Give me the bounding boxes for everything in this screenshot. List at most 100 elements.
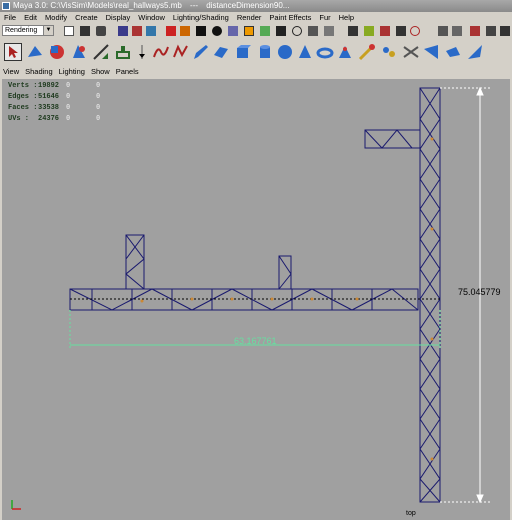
new-scene-icon[interactable] xyxy=(64,26,74,36)
menu-fur[interactable]: Fur xyxy=(315,12,334,23)
wireframe-model xyxy=(69,87,441,503)
scale-tool-icon[interactable] xyxy=(92,43,110,61)
shape-icon xyxy=(173,44,188,58)
mask-handles-icon[interactable] xyxy=(166,26,176,36)
render-globals-icon[interactable] xyxy=(410,26,420,36)
snap-point-icon[interactable] xyxy=(308,26,318,36)
channel-box-icon[interactable] xyxy=(500,26,510,36)
marker xyxy=(430,137,434,141)
menu-render[interactable]: Render xyxy=(233,12,266,23)
panel-menu-show[interactable]: Show xyxy=(88,66,113,78)
spot-light-icon[interactable] xyxy=(422,43,440,61)
snap-view-plane-icon[interactable] xyxy=(324,26,334,36)
hud-zero: 0 xyxy=(96,93,101,101)
mask-rendering-icon[interactable] xyxy=(260,26,270,36)
cluster-icon[interactable] xyxy=(380,43,398,61)
rotate-tool-icon[interactable] xyxy=(70,43,88,61)
select-tool-icon[interactable] xyxy=(4,43,22,61)
snap-curve-icon[interactable] xyxy=(292,26,302,36)
hud-zero: 0 xyxy=(66,82,71,90)
select-object-icon[interactable] xyxy=(132,26,142,36)
hud-row-verts: Verts :19892 0 0 xyxy=(8,82,126,93)
shape-icon xyxy=(237,45,251,58)
shelf xyxy=(0,40,512,67)
menu-window[interactable]: Window xyxy=(134,12,169,23)
select-component-icon[interactable] xyxy=(146,26,156,36)
nurbs-plane-icon[interactable] xyxy=(212,43,230,61)
nurbs-cube-icon[interactable] xyxy=(234,43,252,61)
top-viewport[interactable]: Verts :19892 0 0 Edges :51646 0 0 Faces :335… xyxy=(2,79,510,520)
save-scene-icon[interactable] xyxy=(96,26,106,36)
hud-zero: 0 xyxy=(66,115,71,123)
mask-deformations-icon[interactable] xyxy=(228,26,238,36)
menu-lighting-shading[interactable]: Lighting/Shading xyxy=(169,12,233,23)
hud-zero: 0 xyxy=(66,104,71,112)
panel-menu-view[interactable]: View xyxy=(0,66,22,78)
render-frame-icon[interactable] xyxy=(380,26,390,36)
hud-value: 24376 xyxy=(38,115,60,123)
menu-paint-effects[interactable]: Paint Effects xyxy=(265,12,315,23)
menu-create[interactable]: Create xyxy=(71,12,102,23)
menu-set-value: Rendering xyxy=(5,27,38,34)
lasso-tool-icon[interactable] xyxy=(26,43,44,61)
axis-gizmo xyxy=(11,500,21,510)
poly-count-hud: Verts :19892 0 0 Edges :51646 0 0 Faces :335… xyxy=(8,82,126,126)
hud-label: Verts : xyxy=(8,82,38,90)
import-icon[interactable] xyxy=(438,26,448,36)
export-icon[interactable] xyxy=(452,26,462,36)
maya-app-icon xyxy=(2,2,10,10)
curve-tool-icon[interactable] xyxy=(152,43,170,61)
lattice-icon[interactable] xyxy=(402,43,420,61)
window-title-path: Maya 3.0: C:\VisSim\Models\real_hallways… xyxy=(13,1,182,10)
marker xyxy=(190,297,194,301)
hud-label: UVs : xyxy=(8,115,30,123)
ipr-render-icon[interactable] xyxy=(396,26,406,36)
joint-tool-icon[interactable] xyxy=(336,43,354,61)
menu-modify[interactable]: Modify xyxy=(41,12,71,23)
manipulator-tool-icon[interactable] xyxy=(114,43,132,61)
menu-help[interactable]: Help xyxy=(335,12,358,23)
nurbs-cone-icon[interactable] xyxy=(296,43,314,61)
hud-row-edges: Edges :51646 0 0 xyxy=(8,93,126,104)
camera-name-label: top xyxy=(406,510,416,517)
select-hierarchy-icon[interactable] xyxy=(118,26,128,36)
input-output-icon[interactable] xyxy=(348,26,358,36)
panel-menu-shading[interactable]: Shading xyxy=(22,66,56,78)
shape-icon xyxy=(50,45,64,59)
nurbs-cylinder-icon[interactable] xyxy=(256,43,274,61)
marker xyxy=(355,297,359,301)
shape-icon xyxy=(446,47,460,57)
open-scene-icon[interactable] xyxy=(80,26,90,36)
panel-menu-panels[interactable]: Panels xyxy=(113,66,142,78)
camera-icon[interactable] xyxy=(444,43,462,61)
menu-file[interactable]: File xyxy=(0,12,20,23)
hud-zero: 0 xyxy=(96,82,101,90)
shape-icon xyxy=(403,46,419,58)
ep-curve-icon[interactable] xyxy=(172,43,190,61)
nurbs-sphere-icon[interactable] xyxy=(276,43,294,61)
menu-display[interactable]: Display xyxy=(102,12,135,23)
pencil-curve-icon[interactable] xyxy=(192,43,210,61)
vertical-hallway-diagonals xyxy=(419,87,441,503)
attribute-editor-icon[interactable] xyxy=(486,26,496,36)
nurbs-torus-icon[interactable] xyxy=(316,43,334,61)
menu-set-select[interactable]: Rendering ▼ xyxy=(2,25,54,36)
mask-surfaces-icon[interactable] xyxy=(212,26,222,36)
mask-dynamics-icon[interactable] xyxy=(244,26,254,36)
move-tool-icon[interactable] xyxy=(48,43,66,61)
mask-joints-icon[interactable] xyxy=(180,26,190,36)
history-icon[interactable] xyxy=(364,26,374,36)
panel-menu-lighting[interactable]: Lighting xyxy=(56,66,88,78)
shape-icon xyxy=(339,46,351,58)
shape-icon xyxy=(358,44,375,61)
ik-handle-icon[interactable] xyxy=(358,43,376,61)
shelf-options-icon[interactable] xyxy=(138,43,146,61)
snap-grid-icon[interactable] xyxy=(276,26,286,36)
hypershade-icon[interactable] xyxy=(470,26,480,36)
shape-icon xyxy=(139,45,145,59)
mask-curves-icon[interactable] xyxy=(196,26,206,36)
hud-value: 33538 xyxy=(38,104,60,112)
menu-edit[interactable]: Edit xyxy=(20,12,41,23)
hud-label: Edges : xyxy=(8,93,38,101)
directional-light-icon[interactable] xyxy=(466,43,484,61)
